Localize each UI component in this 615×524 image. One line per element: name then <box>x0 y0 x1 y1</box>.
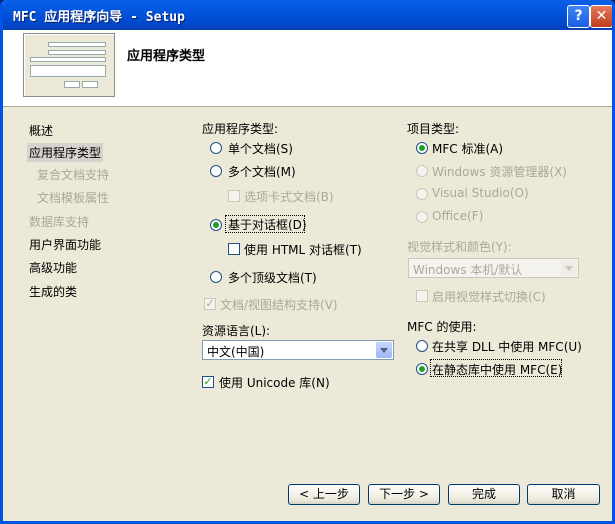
nav-item-ui-features[interactable]: 用户界面功能 <box>27 235 103 254</box>
multi-doc-label[interactable]: 多个文档(M) <box>228 163 296 180</box>
mfc-standard-label[interactable]: MFC 标准(A) <box>432 140 503 157</box>
dialog-based-label[interactable]: 基于对话框(D) <box>228 216 307 233</box>
static-lib-label[interactable]: 在静态库中使用 MFC(E) <box>432 361 562 378</box>
shared-dll-label[interactable]: 在共享 DLL 中使用 MFC(U) <box>432 338 582 355</box>
mfc-usage-heading: MFC 的使用: <box>407 320 477 334</box>
windows-explorer-label: Windows 资源管理器(X) <box>432 165 567 179</box>
window-title: MFC 应用程序向导 - Setup <box>13 10 185 25</box>
tabbed-docs-checkbox <box>228 190 240 202</box>
finish-button[interactable]: 完成 <box>448 484 520 505</box>
wizard-preview-image <box>23 33 115 97</box>
static-lib-radio[interactable] <box>416 363 428 375</box>
resource-lang-select[interactable]: 中文(中国) <box>202 340 394 360</box>
visual-studio-radio <box>416 188 428 200</box>
nav-item-overview[interactable]: 概述 <box>27 121 55 140</box>
chevron-down-icon[interactable] <box>376 342 392 358</box>
visual-style-heading: 视觉样式和颜色(Y): <box>407 240 512 254</box>
tabbed-docs-label: 选项卡式文档(B) <box>244 190 334 204</box>
radio-selected-dot <box>213 222 219 228</box>
cancel-button[interactable]: 取消 <box>527 484 600 505</box>
next-button[interactable]: 下一步 > <box>368 484 440 505</box>
radio-selected-dot <box>419 145 425 151</box>
use-html-dialog-checkbox[interactable] <box>228 243 240 255</box>
nav-item-advanced[interactable]: 高级功能 <box>27 258 79 277</box>
options-pane: 应用程序类型: 单个文档(S) 多个文档(M) 选项卡式文档(B) 基于对话框(… <box>188 107 612 521</box>
visual-studio-label: Visual Studio(O) <box>432 186 529 200</box>
multi-toplevel-label[interactable]: 多个顶级文档(T) <box>228 269 317 286</box>
unicode-label[interactable]: 使用 Unicode 库(N) <box>219 374 330 391</box>
doc-view-checkbox: ✓ <box>204 297 216 310</box>
nav-item-database: 数据库支持 <box>29 215 90 229</box>
wizard-window: MFC 应用程序向导 - Setup ? ✕ 应用程序类型 概述 应用程序类型 … <box>0 0 615 524</box>
nav-item-generated-classes[interactable]: 生成的类 <box>27 282 79 301</box>
single-doc-radio[interactable] <box>210 142 222 154</box>
shared-dll-radio[interactable] <box>416 340 428 352</box>
close-button[interactable]: ✕ <box>590 5 612 28</box>
doc-view-label: 文档/视图结构支持(V) <box>220 298 338 312</box>
resource-lang-value: 中文(中国) <box>207 345 265 359</box>
mfc-standard-radio[interactable] <box>416 142 428 154</box>
visual-style-value: Windows 本机/默认 <box>413 263 523 277</box>
project-type-heading: 项目类型: <box>407 122 460 136</box>
page-title: 应用程序类型 <box>127 49 206 64</box>
prev-button[interactable]: < 上一步 <box>288 484 360 505</box>
nav-item-app-type[interactable]: 应用程序类型 <box>27 143 104 162</box>
dialog-based-radio[interactable] <box>210 219 222 231</box>
office-label: Office(F) <box>432 209 484 223</box>
single-doc-label[interactable]: 单个文档(S) <box>228 140 293 157</box>
radio-selected-dot <box>419 366 425 372</box>
wizard-nav: 概述 应用程序类型 复合文档支持 文档模板属性 数据库支持 用户界面功能 高级功… <box>3 107 188 507</box>
multi-toplevel-radio[interactable] <box>210 271 222 283</box>
title-bar[interactable]: MFC 应用程序向导 - Setup ? ✕ <box>3 0 612 30</box>
multi-doc-radio[interactable] <box>210 165 222 177</box>
windows-explorer-radio <box>416 165 428 177</box>
app-type-heading: 应用程序类型: <box>202 122 279 136</box>
wizard-header: 应用程序类型 <box>3 30 612 107</box>
nav-item-doc-template: 文档模板属性 <box>37 191 110 205</box>
use-html-dialog-label[interactable]: 使用 HTML 对话框(T) <box>244 241 362 258</box>
visual-style-select: Windows 本机/默认 <box>408 258 579 278</box>
unicode-checkbox[interactable]: ✓ <box>202 376 214 388</box>
office-radio <box>416 211 428 223</box>
resource-lang-heading: 资源语言(L): <box>202 324 271 338</box>
help-button[interactable]: ? <box>567 5 590 28</box>
visual-style-toggle-checkbox <box>416 290 428 302</box>
visual-style-toggle-label: 启用视觉样式切换(C) <box>432 290 546 304</box>
nav-item-compound-doc: 复合文档支持 <box>37 168 110 182</box>
chevron-down-icon <box>561 260 577 276</box>
